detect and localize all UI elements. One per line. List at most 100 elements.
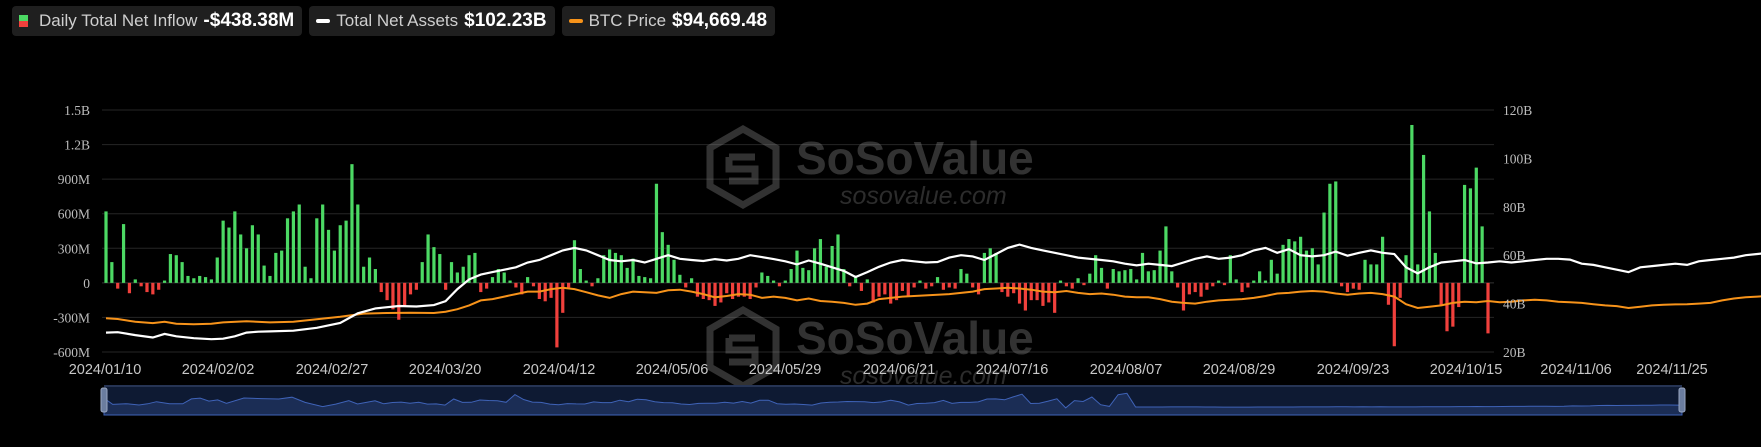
x-axis-tick: 2024/11/25 xyxy=(1636,362,1708,378)
inflow-bar xyxy=(321,204,325,283)
inflow-bar xyxy=(959,269,963,283)
inflow-bar xyxy=(713,282,717,306)
inflow-bar xyxy=(994,252,998,283)
inflow-bar xyxy=(1053,282,1057,313)
inflow-bar xyxy=(1158,250,1162,283)
watermark-name: SoSoValue xyxy=(796,312,1034,364)
right-axis-tick: 120B xyxy=(1503,103,1532,118)
right-axis-tick: 40B xyxy=(1503,297,1526,312)
inflow-bar xyxy=(1340,282,1344,287)
inflow-bar xyxy=(455,272,459,283)
inflow-bar xyxy=(157,282,161,290)
inflow-bar xyxy=(1082,282,1086,286)
inflow-bar xyxy=(221,220,225,283)
inflow-bar xyxy=(420,262,424,283)
x-axis-tick: 2024/08/29 xyxy=(1203,362,1276,378)
inflow-bar xyxy=(1310,248,1314,283)
inflow-bar xyxy=(1375,264,1379,283)
inflow-bar xyxy=(1439,282,1443,306)
inflow-bar xyxy=(1451,282,1455,327)
inflow-bar xyxy=(719,282,723,303)
inflow-bar xyxy=(1457,282,1461,308)
inflow-bar xyxy=(619,255,623,283)
inflow-bar xyxy=(168,254,173,283)
inflow-bar xyxy=(754,282,758,288)
inflow-bar xyxy=(1410,124,1414,283)
inflow-bar xyxy=(121,224,126,283)
inflow-bar xyxy=(426,234,430,283)
inflow-bar xyxy=(1486,282,1490,334)
inflow-bar xyxy=(1111,269,1115,283)
inflow-bar xyxy=(976,282,981,295)
inflow-bar xyxy=(274,252,278,283)
inflow-bar xyxy=(912,282,916,288)
inflow-bar xyxy=(596,278,600,283)
left-axis-tick: 600M xyxy=(58,207,90,222)
inflow-bar xyxy=(367,257,372,283)
inflow-bar xyxy=(649,278,653,283)
inflow-bar xyxy=(1351,282,1355,289)
inflow-bar xyxy=(438,254,442,283)
inflow-bar xyxy=(262,265,266,283)
inflow-bar xyxy=(127,282,132,294)
inflow-bar xyxy=(982,252,986,283)
inflow-bar xyxy=(344,220,348,283)
inflow-bar xyxy=(350,164,354,283)
inflow-bar xyxy=(1252,280,1256,283)
inflow-bar xyxy=(1152,270,1156,283)
inflow-bar xyxy=(385,282,389,301)
inflow-bar xyxy=(725,282,729,294)
inflow-bar xyxy=(227,227,231,283)
x-axis-tick: 2024/11/06 xyxy=(1540,362,1612,378)
inflow-bar xyxy=(397,282,401,320)
watermark-top: SoSoValuesosovalue.com xyxy=(706,124,1034,210)
inflow-bar xyxy=(795,250,799,283)
inflow-bar xyxy=(801,267,805,283)
inflow-bar xyxy=(1258,271,1262,283)
inflow-bar xyxy=(104,211,108,283)
inflow-bar xyxy=(730,282,735,299)
inflow-bar xyxy=(1480,226,1484,283)
inflow-bar xyxy=(1322,212,1326,283)
right-axis-tick: 60B xyxy=(1503,248,1526,263)
inflow-bar xyxy=(444,282,448,290)
inflow-bar xyxy=(1099,267,1104,283)
inflow-bar xyxy=(461,266,465,283)
inflow-bar xyxy=(883,282,887,295)
inflow-bar xyxy=(836,234,840,283)
inflow-bar xyxy=(1023,282,1027,311)
inflow-bar xyxy=(1357,282,1361,290)
inflow-bar xyxy=(133,279,137,283)
x-axis-tick: 2024/06/21 xyxy=(863,362,936,378)
inflow-bar xyxy=(1170,271,1174,283)
inflow-bar xyxy=(1369,264,1373,283)
inflow-bar xyxy=(1017,282,1022,304)
inflow-bar xyxy=(941,282,945,290)
inflow-bar xyxy=(1380,236,1385,283)
inflow-bar xyxy=(1334,181,1338,283)
x-axis-tick: 2024/02/27 xyxy=(296,362,369,378)
inflow-bar xyxy=(526,277,530,283)
inflow-bar xyxy=(707,282,711,301)
x-axis-tick: 2024/05/29 xyxy=(749,362,822,378)
navigator-right-handle[interactable] xyxy=(1678,387,1686,413)
range-navigator[interactable] xyxy=(100,385,1686,416)
inflow-bar xyxy=(315,218,319,283)
inflow-bar xyxy=(1199,282,1203,297)
inflow-bar xyxy=(1193,282,1197,293)
inflow-bar xyxy=(1363,259,1367,283)
inflow-bar xyxy=(631,258,635,283)
navigator-left-handle[interactable] xyxy=(100,387,108,413)
inflow-bar xyxy=(543,282,547,302)
inflow-bar xyxy=(807,270,811,283)
inflow-bar xyxy=(684,282,688,288)
inflow-bar xyxy=(174,255,178,283)
inflow-bar xyxy=(1070,282,1074,289)
inflow-bar xyxy=(215,257,219,283)
watermark-name: SoSoValue xyxy=(796,132,1034,184)
inflow-bar xyxy=(1398,282,1402,298)
x-axis-tick: 2024/08/07 xyxy=(1090,362,1163,378)
inflow-bar xyxy=(192,278,196,283)
inflow-bar xyxy=(695,282,700,297)
inflow-bar xyxy=(678,274,682,283)
